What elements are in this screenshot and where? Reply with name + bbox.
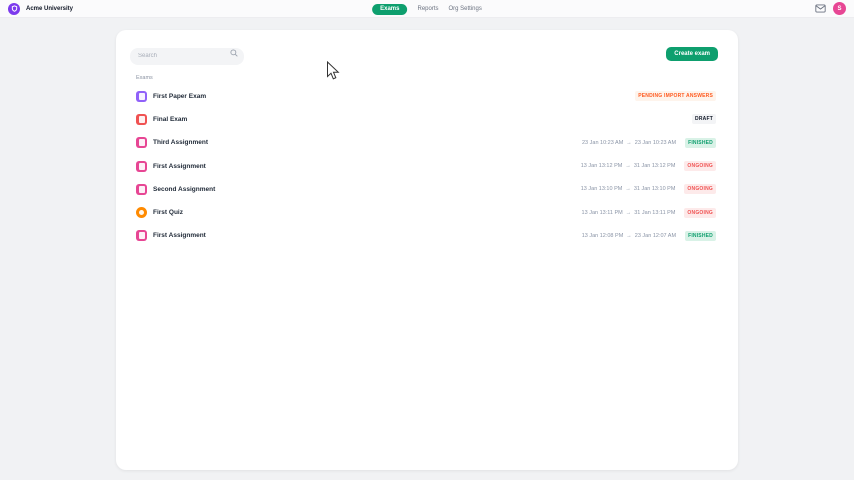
brand: Acme University <box>8 2 74 15</box>
end-date: 31 Jan 13:11 PM <box>634 209 676 216</box>
exam-row[interactable]: First Paper Exam PENDING IMPORT ANSWERS <box>136 85 716 108</box>
create-exam-button[interactable]: Create exam <box>666 47 718 62</box>
toolbar: Create exam <box>116 30 738 65</box>
exam-schedule: 23 Jan 10:23 AM → 23 Jan 10:23 AM <box>582 140 676 146</box>
exam-name: First Quiz <box>153 209 183 217</box>
mail-icon[interactable] <box>815 4 826 13</box>
exam-name: Third Assignment <box>153 139 209 147</box>
exam-name: First Assignment <box>153 232 206 240</box>
exam-row[interactable]: Second Assignment 13 Jan 13:10 PM → 31 J… <box>136 178 716 201</box>
exam-icon <box>136 113 147 125</box>
avatar[interactable]: S <box>833 2 846 15</box>
exam-row[interactable]: First Assignment 13 Jan 13:12 PM → 31 Ja… <box>136 154 716 177</box>
status-badge: ONGOING <box>684 184 716 195</box>
exam-name: Final Exam <box>153 115 188 123</box>
exam-schedule: 13 Jan 13:10 PM → 31 Jan 13:10 PM <box>581 186 676 192</box>
exam-schedule: 13 Jan 12:08 PM → 23 Jan 12:07 AM <box>582 233 676 239</box>
assignment-icon <box>136 160 147 172</box>
exam-schedule: 13 Jan 13:12 PM → 31 Jan 13:12 PM <box>581 163 676 169</box>
exam-row[interactable]: First Quiz 13 Jan 13:11 PM → 31 Jan 13:1… <box>136 201 716 224</box>
search-wrap <box>130 44 244 65</box>
end-date: 31 Jan 13:12 PM <box>633 163 676 170</box>
exam-schedule: 13 Jan 13:11 PM → 31 Jan 13:11 PM <box>582 210 676 216</box>
arrow-right-icon: → <box>625 186 631 193</box>
quiz-icon <box>136 207 147 219</box>
tab-org-settings[interactable]: Org Settings <box>449 6 482 12</box>
exam-name: First Assignment <box>153 162 206 170</box>
start-date: 23 Jan 10:23 AM <box>582 139 624 146</box>
arrow-right-icon: → <box>626 232 632 239</box>
status-badge: FINISHED <box>685 137 716 148</box>
status-badge: PENDING IMPORT ANSWERS <box>635 91 716 102</box>
org-name: Acme University <box>26 5 74 12</box>
paper-exam-icon <box>136 90 147 102</box>
arrow-right-icon: → <box>625 209 632 216</box>
top-bar: Acme University Exams Reports Org Settin… <box>0 0 854 18</box>
search-input[interactable] <box>130 47 244 65</box>
start-date: 13 Jan 13:10 PM <box>580 186 623 193</box>
shield-icon <box>8 2 20 15</box>
assignment-icon <box>136 230 147 242</box>
top-bar-right: S <box>815 2 846 15</box>
exam-row[interactable]: Final Exam DRAFT <box>136 108 716 131</box>
exams-panel: Create exam Exams First Paper Exam PENDI… <box>116 30 738 470</box>
status-badge: ONGOING <box>684 161 716 172</box>
assignment-icon <box>136 137 147 149</box>
search-icon <box>230 48 238 57</box>
start-date: 13 Jan 13:12 PM <box>580 163 623 170</box>
arrow-right-icon: → <box>626 139 632 146</box>
status-badge: DRAFT <box>692 114 716 125</box>
end-date: 23 Jan 12:07 AM <box>634 232 677 239</box>
arrow-right-icon: → <box>625 163 631 170</box>
tab-exams[interactable]: Exams <box>372 3 408 15</box>
start-date: 13 Jan 12:08 PM <box>581 232 624 239</box>
tab-reports[interactable]: Reports <box>417 6 438 12</box>
assignment-icon <box>136 183 147 195</box>
exam-name: First Paper Exam <box>153 92 207 100</box>
nav-tabs: Exams Reports Org Settings <box>372 0 482 18</box>
exam-name: Second Assignment <box>153 185 216 193</box>
exam-row[interactable]: Third Assignment 23 Jan 10:23 AM → 23 Ja… <box>136 131 716 154</box>
end-date: 23 Jan 10:23 AM <box>634 139 677 146</box>
section-label-exams: Exams <box>136 74 153 81</box>
status-badge: ONGOING <box>684 207 716 218</box>
status-badge: FINISHED <box>685 230 716 241</box>
exam-row[interactable]: First Assignment 13 Jan 12:08 PM → 23 Ja… <box>136 224 716 247</box>
exam-list: First Paper Exam PENDING IMPORT ANSWERS … <box>116 85 738 248</box>
end-date: 31 Jan 13:10 PM <box>633 186 676 193</box>
start-date: 13 Jan 13:11 PM <box>581 209 623 216</box>
